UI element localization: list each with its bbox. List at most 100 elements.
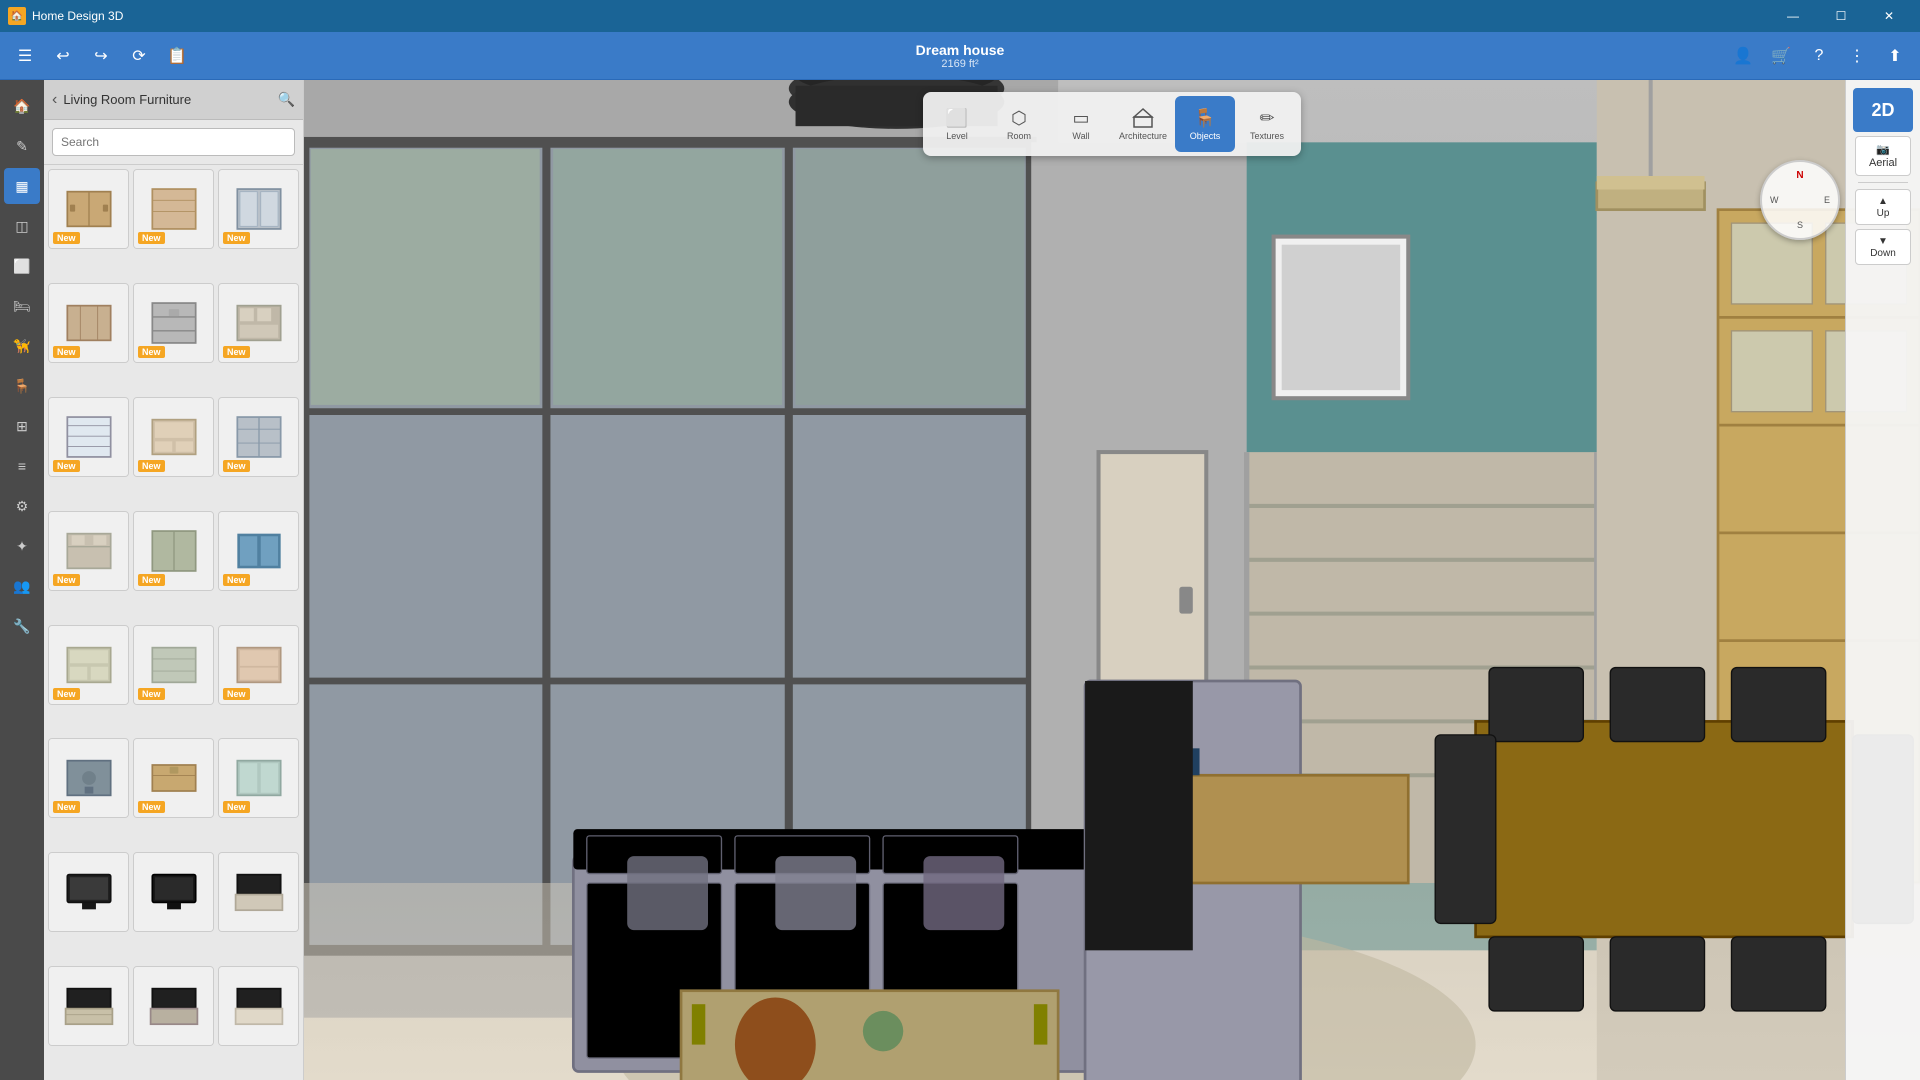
left-icon-star[interactable]: ✦ <box>4 528 40 564</box>
furniture-item-2[interactable]: New <box>133 169 214 249</box>
objects-icon: 🪑 <box>1194 108 1216 129</box>
mode-toolbar: ⬜ Level ⬡ Room ▭ Wall Architecture 🪑 Obj… <box>923 92 1301 156</box>
new-badge-5: New <box>138 346 165 358</box>
undo-button[interactable]: ↩ <box>46 39 80 73</box>
view-2d-button[interactable]: 2D <box>1853 88 1913 132</box>
maximize-button[interactable]: ☐ <box>1818 0 1864 32</box>
new-badge-9: New <box>223 460 250 472</box>
furniture-grid: New New New New <box>44 165 303 1080</box>
furniture-item-9[interactable]: New <box>218 397 299 477</box>
copy-button[interactable]: 📋 <box>160 39 194 73</box>
level-label: Level <box>946 131 968 141</box>
project-size: 2169 ft² <box>198 58 1722 70</box>
back-button[interactable]: ‹ <box>52 91 57 109</box>
search-bar <box>44 120 303 165</box>
furniture-item-20[interactable] <box>133 852 214 932</box>
furniture-item-16[interactable]: New <box>48 738 129 818</box>
panel-search-button[interactable]: 🔍 <box>278 91 295 108</box>
objects-label: Objects <box>1190 131 1221 141</box>
compass-south-label: S <box>1797 220 1803 230</box>
help-button[interactable]: ? <box>1802 39 1836 73</box>
furniture-item-19[interactable] <box>48 852 129 932</box>
room-icon: ⬡ <box>1011 108 1027 129</box>
minimize-button[interactable]: — <box>1770 0 1816 32</box>
new-badge-10: New <box>53 574 80 586</box>
furniture-item-12[interactable]: New <box>218 511 299 591</box>
furniture-thumb-19 <box>49 853 128 931</box>
compass-west-label: W <box>1770 195 1779 205</box>
furniture-item-8[interactable]: New <box>133 397 214 477</box>
menu-button[interactable]: ☰ <box>8 39 42 73</box>
close-button[interactable]: ✕ <box>1866 0 1912 32</box>
up-arrow-icon: ▲ <box>1878 196 1888 207</box>
furniture-item-4[interactable]: New <box>48 283 129 363</box>
mode-textures[interactable]: ✏ Textures <box>1237 96 1297 152</box>
new-badge-12: New <box>223 574 250 586</box>
new-badge-3: New <box>223 232 250 244</box>
furniture-item-13[interactable]: New <box>48 625 129 705</box>
left-icon-chairs[interactable]: 🪑 <box>4 368 40 404</box>
furniture-item-18[interactable]: New <box>218 738 299 818</box>
left-icon-windows[interactable]: ⬜ <box>4 248 40 284</box>
mode-architecture[interactable]: Architecture <box>1113 96 1173 152</box>
account-button[interactable]: ⬆ <box>1878 39 1912 73</box>
left-icon-settings[interactable]: ⚙ <box>4 488 40 524</box>
aerial-label: Aerial <box>1869 157 1897 169</box>
right-tools: 👤 🛒 ? ⋮ ⬆ <box>1726 39 1912 73</box>
furniture-item-10[interactable]: New <box>48 511 129 591</box>
left-icon-decor[interactable]: 🦮 <box>4 328 40 364</box>
aerial-view-button[interactable]: 📷 Aerial <box>1855 136 1911 176</box>
furniture-item-23[interactable] <box>133 966 214 1046</box>
3d-viewport[interactable]: ⬜ Level ⬡ Room ▭ Wall Architecture 🪑 Obj… <box>304 80 1920 1080</box>
furniture-item-24[interactable] <box>218 966 299 1046</box>
users-button[interactable]: 👤 <box>1726 39 1760 73</box>
left-icon-stairs[interactable]: ≡ <box>4 448 40 484</box>
down-view-button[interactable]: ▼ Down <box>1855 229 1911 265</box>
furniture-item-21[interactable] <box>218 852 299 932</box>
left-icon-edit[interactable]: ✎ <box>4 128 40 164</box>
left-icon-tools[interactable]: 🔧 <box>4 608 40 644</box>
furniture-item-3[interactable]: New <box>218 169 299 249</box>
furniture-item-7[interactable]: New <box>48 397 129 477</box>
redo-button[interactable]: ↪ <box>84 39 118 73</box>
furniture-item-6[interactable]: New <box>218 283 299 363</box>
furniture-item-22[interactable] <box>48 966 129 1046</box>
mode-room[interactable]: ⬡ Room <box>989 96 1049 152</box>
furniture-item-15[interactable]: New <box>218 625 299 705</box>
left-icon-rooms[interactable]: ◫ <box>4 208 40 244</box>
compass-north-label: N <box>1796 170 1803 181</box>
wall-icon: ▭ <box>1072 108 1089 129</box>
mode-level[interactable]: ⬜ Level <box>927 96 987 152</box>
new-badge-4: New <box>53 346 80 358</box>
new-badge-18: New <box>223 801 250 813</box>
left-icon-grid2[interactable]: ⊞ <box>4 408 40 444</box>
furniture-thumb-23 <box>134 967 213 1045</box>
left-icon-home[interactable]: 🏠 <box>4 88 40 124</box>
down-label: Down <box>1870 248 1896 259</box>
controls-separator <box>1858 182 1908 183</box>
new-badge-13: New <box>53 688 80 700</box>
left-icon-furniture[interactable]: 🛏 <box>4 288 40 324</box>
left-icon-people[interactable]: 👥 <box>4 568 40 604</box>
new-badge-7: New <box>53 460 80 472</box>
titlebar: 🏠 Home Design 3D — ☐ ✕ <box>0 0 1920 32</box>
search-input[interactable] <box>52 128 295 156</box>
new-badge-2: New <box>138 232 165 244</box>
main-content: 🏠 ✎ ▦ ◫ ⬜ 🛏 🦮 🪑 ⊞ ≡ ⚙ ✦ 👥 🔧 ‹ Living Roo… <box>0 80 1920 1080</box>
furniture-item-11[interactable]: New <box>133 511 214 591</box>
furniture-item-1[interactable]: New <box>48 169 129 249</box>
wall-label: Wall <box>1072 131 1089 141</box>
level-icon: ⬜ <box>946 108 968 129</box>
mode-wall[interactable]: ▭ Wall <box>1051 96 1111 152</box>
furniture-item-14[interactable]: New <box>133 625 214 705</box>
down-arrow-icon: ▼ <box>1878 236 1888 247</box>
furniture-item-17[interactable]: New <box>133 738 214 818</box>
mode-objects[interactable]: 🪑 Objects <box>1175 96 1235 152</box>
more-button[interactable]: ⋮ <box>1840 39 1874 73</box>
furniture-item-5[interactable]: New <box>133 283 214 363</box>
up-view-button[interactable]: ▲ Up <box>1855 189 1911 225</box>
new-badge-17: New <box>138 801 165 813</box>
left-icon-grid[interactable]: ▦ <box>4 168 40 204</box>
history-button[interactable]: ⟳ <box>122 39 156 73</box>
shop-button[interactable]: 🛒 <box>1764 39 1798 73</box>
